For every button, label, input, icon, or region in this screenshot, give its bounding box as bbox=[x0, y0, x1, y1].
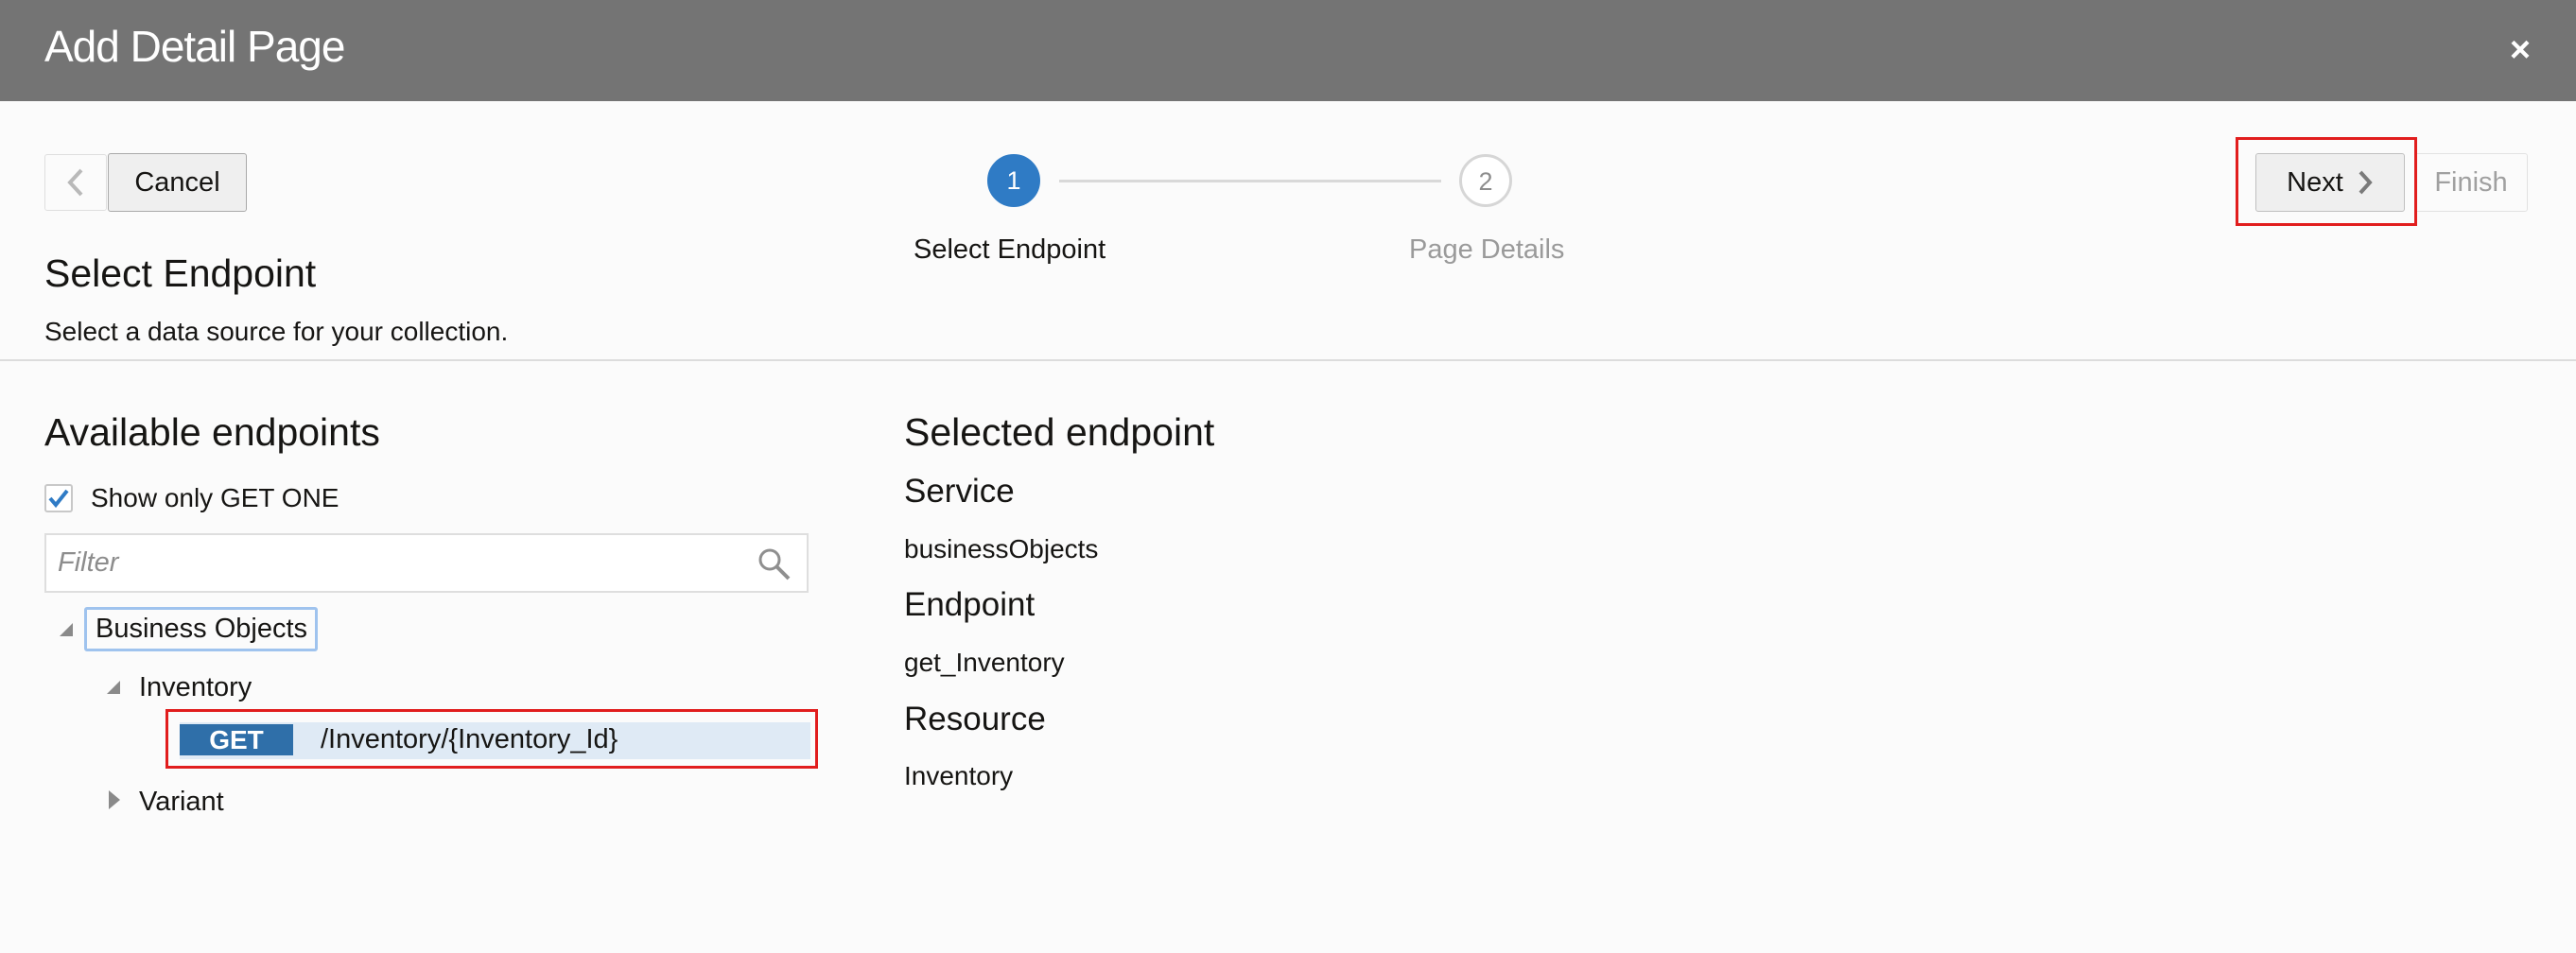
service-value: businessObjects bbox=[904, 534, 1099, 563]
back-button[interactable] bbox=[44, 154, 107, 211]
step-2-label: Page Details bbox=[1409, 234, 1565, 265]
next-button-label: Next bbox=[2287, 166, 2343, 198]
filter-input[interactable] bbox=[44, 533, 809, 593]
step-connector bbox=[1059, 180, 1441, 182]
section-title: Select Endpoint bbox=[44, 251, 317, 295]
close-icon[interactable]: × bbox=[2502, 28, 2538, 72]
collapse-triangle-icon[interactable] bbox=[106, 788, 123, 811]
endpoint-value: get_Inventory bbox=[904, 648, 1065, 677]
chevron-right-icon bbox=[2358, 170, 2373, 195]
available-endpoints-heading: Available endpoints bbox=[44, 410, 380, 454]
next-button[interactable]: Next bbox=[2255, 153, 2405, 212]
chevron-left-icon bbox=[67, 168, 83, 197]
get-method-badge: GET bbox=[180, 724, 293, 755]
dialog-title: Add Detail Page bbox=[44, 22, 345, 71]
step-1-label: Select Endpoint bbox=[914, 234, 1106, 265]
service-label: Service bbox=[904, 473, 1015, 510]
section-divider bbox=[0, 359, 2576, 361]
selected-endpoint-heading: Selected endpoint bbox=[904, 410, 1215, 454]
dialog-titlebar: Add Detail Page × bbox=[0, 0, 2576, 101]
show-only-get-one-label: Show only GET ONE bbox=[91, 483, 339, 512]
show-only-get-one-checkbox[interactable] bbox=[44, 484, 73, 512]
checkmark-icon bbox=[48, 489, 69, 509]
search-icon[interactable] bbox=[757, 546, 792, 582]
resource-label: Resource bbox=[904, 701, 1046, 737]
section-description: Select a data source for your collection… bbox=[44, 317, 509, 346]
tree-node-business-objects[interactable]: Business Objects bbox=[84, 607, 318, 651]
step-2-indicator[interactable]: 2 bbox=[1459, 154, 1512, 207]
resource-value: Inventory bbox=[904, 761, 1014, 790]
endpoint-label: Endpoint bbox=[904, 586, 1036, 623]
cancel-button[interactable]: Cancel bbox=[108, 153, 247, 212]
tree-node-variant[interactable]: Variant bbox=[139, 787, 224, 818]
expand-triangle-icon[interactable] bbox=[104, 678, 123, 697]
tree-node-inventory[interactable]: Inventory bbox=[139, 672, 252, 703]
step-1-indicator[interactable]: 1 bbox=[987, 154, 1040, 207]
finish-button[interactable]: Finish bbox=[2414, 153, 2528, 212]
expand-triangle-icon[interactable] bbox=[57, 620, 76, 639]
endpoint-path: /Inventory/{Inventory_Id} bbox=[321, 724, 618, 754]
